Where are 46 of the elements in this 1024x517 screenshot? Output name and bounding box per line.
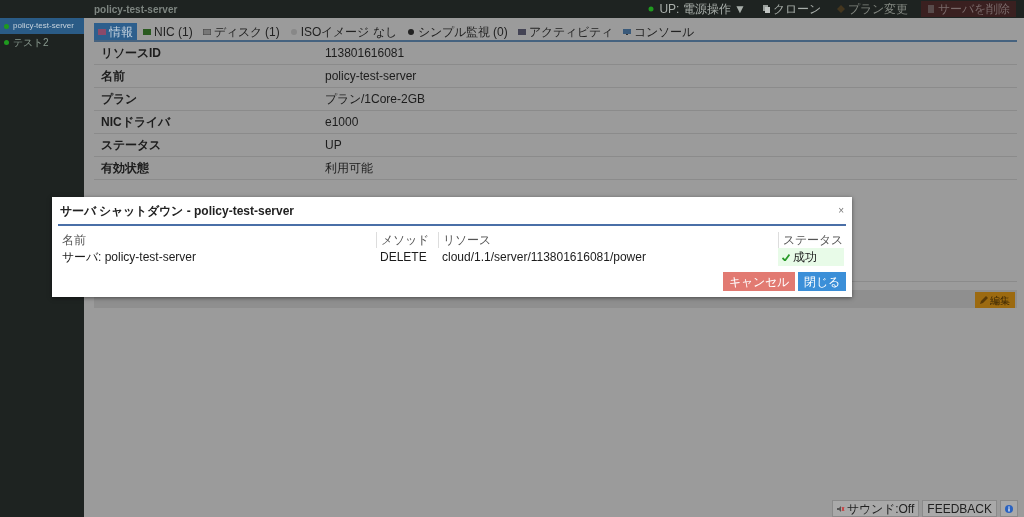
feedback-button[interactable]: FEEDBACK [922,500,997,517]
info-button[interactable] [1000,500,1018,517]
tab[interactable]: シンプル監視 (0) [402,23,512,40]
info-icon [1005,504,1013,513]
speaker-icon [837,505,846,512]
close-button[interactable]: × [836,203,846,218]
tab[interactable]: NIC (1) [139,23,197,40]
dialog-title: サーバ シャットダウン - policy-test-server [60,202,295,220]
column-header: 名前 [61,232,87,248]
field-value: プラン/1Core-2GB [325,91,426,108]
field-label: ステータス [101,137,162,154]
pencil-icon [980,296,988,304]
power-menu-button[interactable]: UP: 電源操作 ▼ [645,1,749,17]
field-label: 有効状態 [101,160,150,177]
field-label: リソースID [101,45,162,62]
sidebar-item[interactable]: テスト2 [0,34,84,50]
edit-button[interactable]: 編集 [975,292,1015,308]
field-label: プラン [101,91,138,108]
tab[interactable]: コンソール [618,23,698,40]
table-cell-text: サーバ: policy-test-server [61,249,198,266]
tab[interactable]: アクティビティ [513,23,617,40]
status-cell: 成功 [778,248,844,266]
tab[interactable]: ISOイメージ なし [285,23,401,40]
column-header: リソース [438,232,778,248]
field-label: 名前 [101,68,126,85]
diamond-icon [837,5,845,13]
sidebar-item[interactable]: policy-test-server [0,18,84,34]
tab[interactable]: ディスク (1) [198,23,284,40]
sound-toggle[interactable]: サウンド:Off [832,500,920,517]
page-title: policy-test-server [94,2,178,17]
column-header: メソッド [376,232,438,248]
copy-icon [762,5,770,13]
check-icon [782,253,790,261]
field-value: policy-test-server [325,68,417,85]
field-label: NICドライバ [101,114,172,131]
table-cell-text: cloud/1.1/server/113801616081/power [441,249,647,266]
close-button[interactable]: 閉じる [798,272,846,291]
toolbar-button[interactable]: クローン [759,1,824,17]
field-value: e1000 [325,114,359,131]
table-cell-text: DELETE [379,249,428,266]
card-icon [98,28,106,35]
field-value: 113801616081 [325,45,405,62]
field-value: 利用可能 [325,160,373,177]
tab[interactable]: 情報 [94,23,137,40]
card-icon [143,28,151,35]
field-value: UP [325,137,342,154]
